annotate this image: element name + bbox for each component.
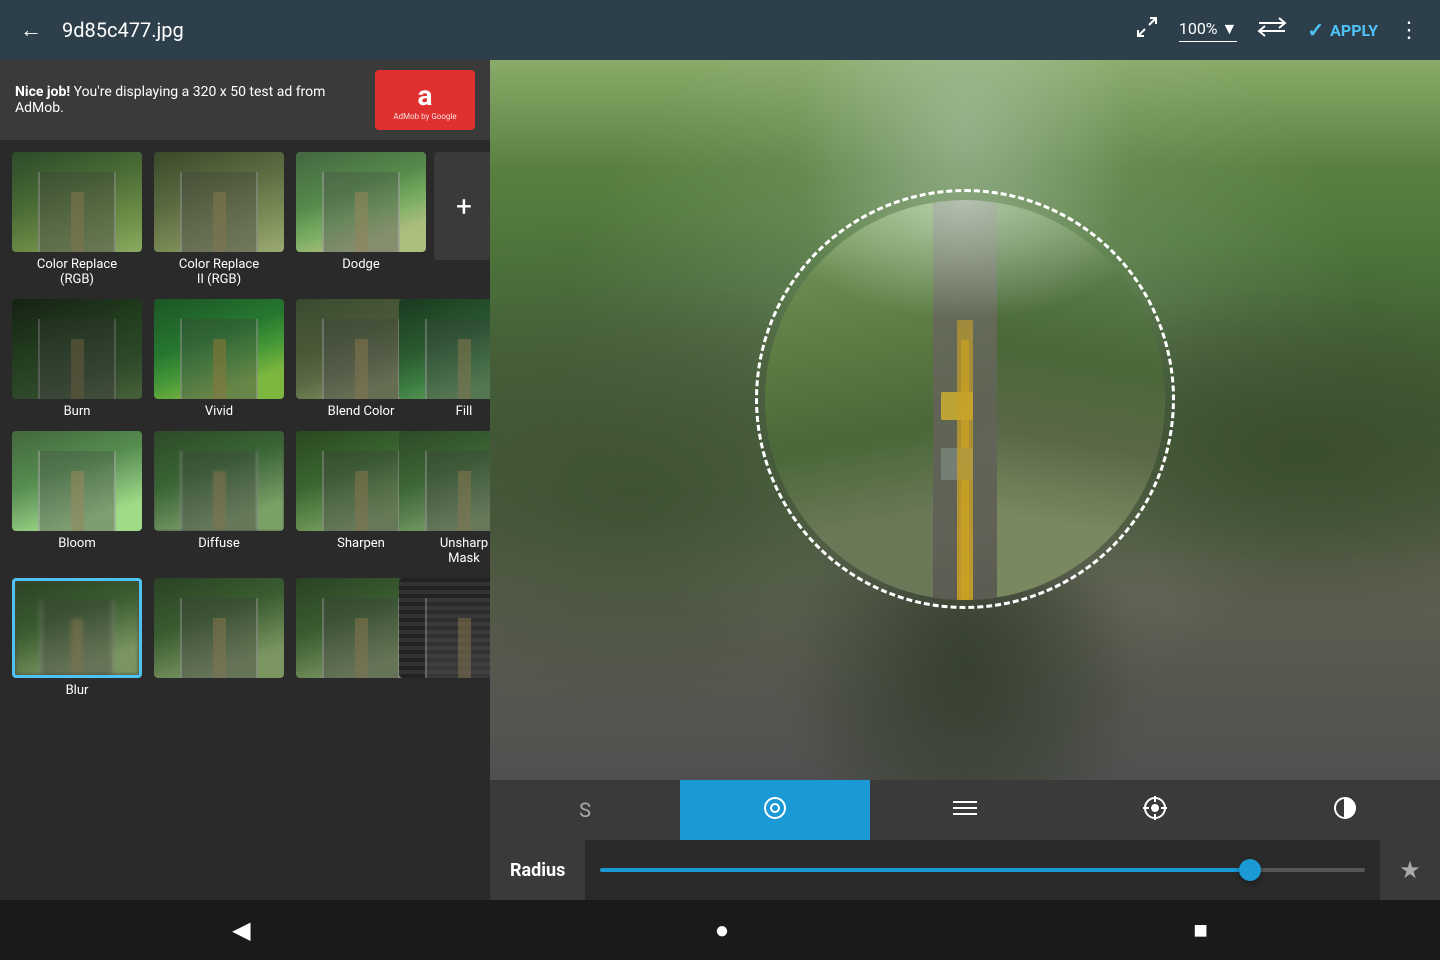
- radius-slider-thumb[interactable]: [1239, 859, 1261, 881]
- apply-button[interactable]: ✓ APPLY: [1307, 18, 1378, 42]
- tool-tab-target[interactable]: [1060, 780, 1250, 840]
- canvas-area[interactable]: [490, 60, 1440, 780]
- filter-thumb-diffuse: [154, 431, 284, 531]
- ad-banner[interactable]: Nice job! You're displaying a 320 x 50 t…: [0, 60, 490, 140]
- ad-logo-letter: a: [418, 79, 433, 112]
- s-tab-label: S: [579, 798, 591, 822]
- tool-tab-s[interactable]: S: [490, 780, 680, 840]
- filter-thumb-color-replace: [12, 152, 142, 252]
- bottom-toolbar: S: [490, 780, 1440, 900]
- tool-tab-half-circle[interactable]: [1250, 780, 1440, 840]
- target-tab-icon: [1141, 794, 1169, 827]
- back-button[interactable]: ←: [20, 17, 42, 43]
- filter-thumb-bottom3: [399, 578, 490, 678]
- filter-item-dodge[interactable]: Dodge: [292, 148, 430, 291]
- filter-thumb-color-replace2: [154, 152, 284, 252]
- main-image: [490, 60, 1440, 780]
- filter-thumb-burn: [12, 299, 142, 399]
- ad-text: Nice job! You're displaying a 320 x 50 t…: [15, 84, 365, 116]
- filter-label-color-replace: Color Replace(RGB): [37, 257, 117, 287]
- filter-label-burn: Burn: [64, 404, 91, 419]
- tool-tab-lines[interactable]: [870, 780, 1060, 840]
- filter-grid: Color Replace(RGB) Color ReplaceII (RGB)…: [0, 140, 490, 900]
- fullscreen-icon[interactable]: [1135, 15, 1159, 45]
- filter-item-unsharp[interactable]: Unsharp Mask: [434, 427, 490, 570]
- circle-tab-icon: [761, 794, 789, 827]
- filter-item-burn[interactable]: Burn: [8, 295, 146, 423]
- filter-item-color-replace2[interactable]: Color ReplaceII (RGB): [150, 148, 288, 291]
- header-controls: 100% ▼ ✓ APPLY ⋮: [1135, 15, 1420, 45]
- filter-thumb-vivid: [154, 299, 284, 399]
- zoom-level: 100%: [1179, 19, 1218, 38]
- filter-label-color-replace2: Color ReplaceII (RGB): [179, 257, 259, 287]
- filter-label-blur: Blur: [66, 683, 89, 698]
- filter-label-dodge: Dodge: [342, 257, 379, 272]
- radius-slider-container[interactable]: [585, 868, 1380, 872]
- apply-label: APPLY: [1330, 21, 1378, 40]
- filter-thumb-unsharp: [399, 431, 490, 531]
- swap-icon[interactable]: [1257, 15, 1287, 45]
- filter-item-bloom[interactable]: Bloom: [8, 427, 146, 570]
- filter-label-vivid: Vivid: [205, 404, 233, 419]
- filter-thumb-bloom: [12, 431, 142, 531]
- filter-item-diffuse[interactable]: Diffuse: [150, 427, 288, 570]
- ad-logo-sub: AdMob by Google: [393, 112, 456, 121]
- zoom-dropdown-icon: ▼: [1222, 19, 1238, 39]
- zoom-control[interactable]: 100% ▼: [1179, 19, 1238, 42]
- filter-thumb-bottom1: [154, 578, 284, 678]
- radius-slider-track[interactable]: [600, 868, 1365, 872]
- filter-label-diffuse: Diffuse: [198, 536, 240, 551]
- nav-back-button[interactable]: ◀: [232, 916, 250, 944]
- left-panel: Nice job! You're displaying a 320 x 50 t…: [0, 60, 490, 900]
- filter-thumb-blur: [12, 578, 142, 678]
- radius-slider-fill: [600, 868, 1250, 872]
- selection-circle[interactable]: [755, 189, 1175, 609]
- more-options-icon[interactable]: ⋮: [1398, 18, 1420, 43]
- lines-tab-icon: [951, 798, 979, 823]
- half-circle-tab-icon: [1331, 794, 1359, 827]
- filter-item-color-replace[interactable]: Color Replace(RGB): [8, 148, 146, 291]
- filter-label-fill: Fill: [456, 404, 473, 419]
- filter-label-blend-color: Blend Color: [328, 404, 395, 419]
- ad-text-bold: Nice job!: [15, 84, 70, 100]
- filter-label-sharpen: Sharpen: [337, 536, 385, 551]
- tool-tab-circle[interactable]: [680, 780, 870, 840]
- filter-item-blur[interactable]: Blur: [8, 574, 146, 702]
- ad-logo[interactable]: a AdMob by Google: [375, 70, 475, 130]
- star-button[interactable]: ★: [1380, 840, 1440, 900]
- header: ← 9d85c477.jpg 100% ▼ ✓ APPLY: [0, 0, 1440, 60]
- radius-label: Radius: [490, 840, 585, 900]
- filename: 9d85c477.jpg: [62, 18, 1115, 42]
- bottom-nav: ◀ ● ■: [0, 900, 1440, 960]
- filter-item-fill[interactable]: Fill: [434, 295, 490, 423]
- add-filter-button[interactable]: +: [434, 152, 490, 260]
- checkmark-icon: ✓: [1307, 18, 1324, 42]
- right-panel: S: [490, 60, 1440, 900]
- filter-item-vivid[interactable]: Vivid: [150, 295, 288, 423]
- filter-label-unsharp: Unsharp Mask: [438, 536, 490, 566]
- main-content: Nice job! You're displaying a 320 x 50 t…: [0, 60, 1440, 900]
- tool-tabs: S: [490, 780, 1440, 840]
- filter-item-bottom1[interactable]: [150, 574, 288, 702]
- nav-recents-button[interactable]: ■: [1193, 916, 1208, 945]
- filter-thumb-fill: [399, 299, 490, 399]
- filter-label-bloom: Bloom: [58, 536, 96, 551]
- filter-item-bottom3[interactable]: [434, 574, 490, 702]
- tool-params: Radius ★: [490, 840, 1440, 900]
- nav-home-button[interactable]: ●: [715, 916, 730, 945]
- filter-thumb-dodge: [296, 152, 426, 252]
